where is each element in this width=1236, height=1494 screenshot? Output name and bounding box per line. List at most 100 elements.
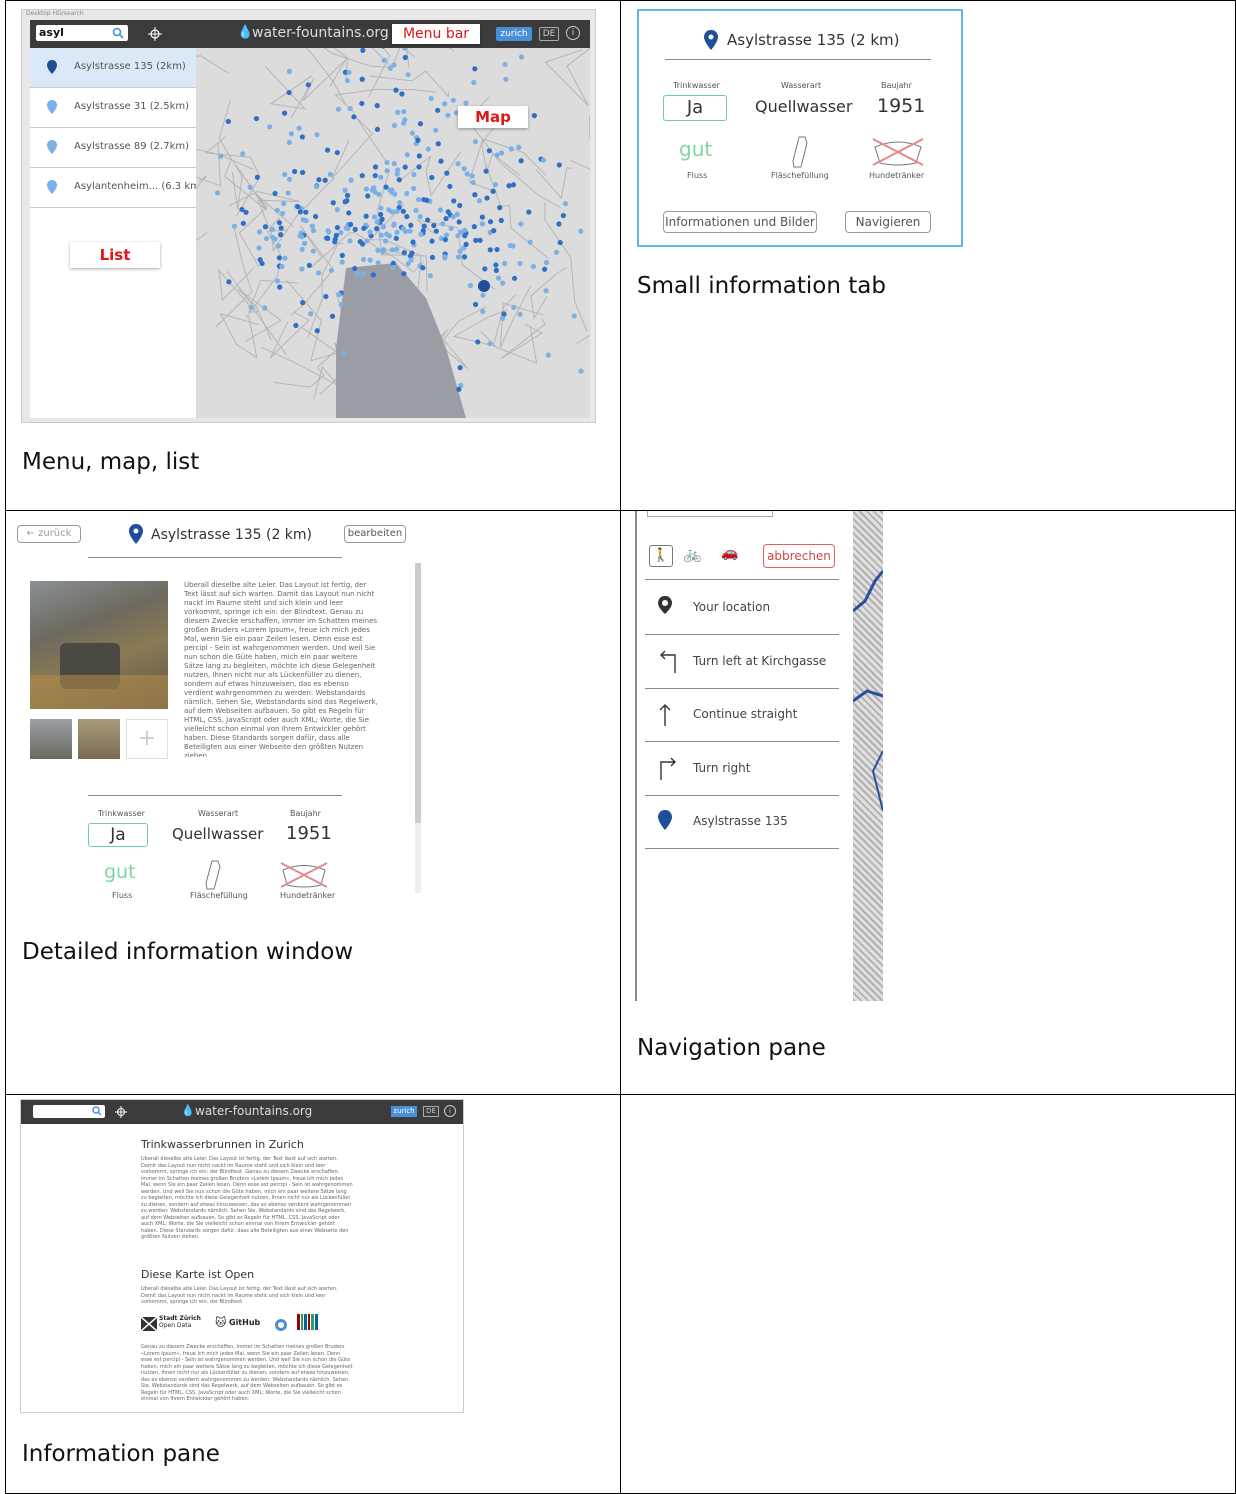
cancel-button[interactable]: abbrechen <box>763 544 835 568</box>
nav-step[interactable]: Turn right <box>645 742 839 796</box>
map-pin <box>347 221 354 227</box>
info-and-images-button[interactable]: Informationen und Bilder <box>663 211 817 233</box>
map-pin <box>410 239 416 245</box>
locate-icon[interactable] <box>148 27 162 41</box>
map-pin <box>305 82 311 88</box>
map-pin <box>272 190 278 197</box>
map-pin <box>259 260 265 267</box>
search-input[interactable]: asyl <box>36 25 128 41</box>
map-pin <box>393 87 399 93</box>
city-button[interactable]: zurich <box>496 27 532 41</box>
map-pin <box>511 275 518 281</box>
app-title: water-fountains.org <box>252 25 389 41</box>
scrollbar[interactable] <box>415 563 421 893</box>
result-item[interactable]: Asylstrasse 31 (2.5km) <box>30 88 196 128</box>
cell-menu-map-list: Desktop HD/search asyl 💧 water-fountains… <box>5 0 621 511</box>
info-icon[interactable]: i <box>566 26 580 40</box>
logo-stadt-label: Stadt Zürich <box>159 1315 201 1322</box>
map-pin <box>375 247 381 253</box>
map-pin <box>503 76 509 82</box>
nav-step[interactable]: Continue straight <box>645 688 839 742</box>
value-baujahr: 1951 <box>286 823 332 844</box>
thumbnail-1[interactable] <box>30 719 72 759</box>
map-pin <box>424 197 430 203</box>
map-pin <box>327 171 333 177</box>
map-pin <box>470 179 476 186</box>
map-pin <box>330 200 336 206</box>
language-button[interactable]: DE <box>539 27 559 41</box>
map-pin <box>341 350 347 356</box>
walk-mode-button[interactable]: 🚶 <box>649 545 673 567</box>
result-item[interactable]: Asylstrasse 89 (2.7km) <box>30 128 196 168</box>
language-button[interactable]: DE <box>423 1106 439 1117</box>
map-pin <box>303 218 309 224</box>
value-flow: gut <box>679 137 713 161</box>
search-icon[interactable] <box>112 27 124 39</box>
wikidata-logo-icon[interactable] <box>273 1316 289 1332</box>
main-photo[interactable] <box>30 581 168 709</box>
map-pin <box>487 247 493 253</box>
back-button[interactable]: ← zurück <box>17 525 81 543</box>
map-pin <box>487 340 493 347</box>
small-info-tab: Asylstrasse 135 (2 km) Trinkwasser Wasse… <box>637 9 963 247</box>
map-pin <box>267 124 273 130</box>
map-pin <box>336 292 342 298</box>
result-item[interactable]: Asylantenheim... (6.3 km) <box>30 168 204 208</box>
label-bottle: Fläschefüllung <box>190 891 248 900</box>
nav-step[interactable]: Your location <box>645 581 839 635</box>
car-mode-icon[interactable]: 🚗 <box>721 545 738 561</box>
search-input[interactable] <box>33 1105 105 1118</box>
water-drop-icon: 💧 <box>237 25 254 40</box>
turn-right-icon <box>660 757 676 780</box>
map-pin <box>571 313 577 319</box>
map-canvas[interactable] <box>145 10 595 418</box>
nav-step[interactable]: Turn left at Kirchgasse <box>645 635 839 689</box>
map-pin <box>306 262 312 268</box>
bike-mode-icon[interactable]: 🚲 <box>683 545 702 563</box>
map-pin <box>240 220 246 226</box>
map-pin <box>344 192 351 199</box>
map-pin <box>556 221 562 227</box>
edit-button[interactable]: bearbeiten <box>344 525 406 543</box>
map-pin <box>370 272 376 278</box>
map-pin <box>444 170 450 176</box>
nav-step-label: Asylstrasse 135 <box>693 814 788 828</box>
wikimedia-barcode-logo-icon[interactable] <box>297 1314 319 1330</box>
logo-od-label: Open Data <box>159 1322 192 1329</box>
logo-stadt-zurich[interactable]: Stadt Zürich Open Data <box>140 1315 209 1332</box>
map-pin <box>471 224 477 230</box>
map-pin <box>450 97 456 103</box>
map-pin <box>256 229 263 235</box>
result-item[interactable]: Asylstrasse 135 (2km) <box>30 48 196 88</box>
thumbnail-2[interactable] <box>78 719 120 759</box>
map-pin <box>300 300 306 306</box>
label-dog: Hundetränker <box>869 171 925 180</box>
search-icon[interactable] <box>92 1106 102 1116</box>
map-pin <box>378 211 384 218</box>
map-pin <box>301 240 308 246</box>
map-pin <box>429 254 436 260</box>
github-octocat-icon: 🐱 <box>215 1316 227 1329</box>
caption-navigation: Navigation pane <box>637 1035 826 1061</box>
locate-icon[interactable] <box>115 1106 127 1118</box>
map-pin <box>247 184 253 190</box>
title-divider <box>665 59 931 60</box>
map-pin <box>386 233 393 239</box>
map-pin <box>359 173 365 179</box>
map-pin <box>348 177 354 183</box>
nav-step[interactable]: Asylstrasse 135 <box>645 795 839 849</box>
map-pin <box>411 185 417 191</box>
map-pin <box>274 207 280 213</box>
city-button[interactable]: zurich <box>391 1106 417 1117</box>
info-icon[interactable]: i <box>444 1105 456 1117</box>
map-pin <box>416 164 422 170</box>
navigate-button[interactable]: Navigieren <box>845 211 931 233</box>
map-pin <box>248 304 254 310</box>
map-area[interactable]: Map <box>145 10 595 418</box>
map-pin <box>354 271 361 277</box>
nav-map-strip[interactable] <box>852 511 883 1001</box>
logo-github[interactable]: 🐱 GitHub <box>215 1316 265 1332</box>
map-pin <box>506 183 512 189</box>
label-flow: Fluss <box>112 891 133 900</box>
add-image-button[interactable]: + <box>126 719 168 759</box>
